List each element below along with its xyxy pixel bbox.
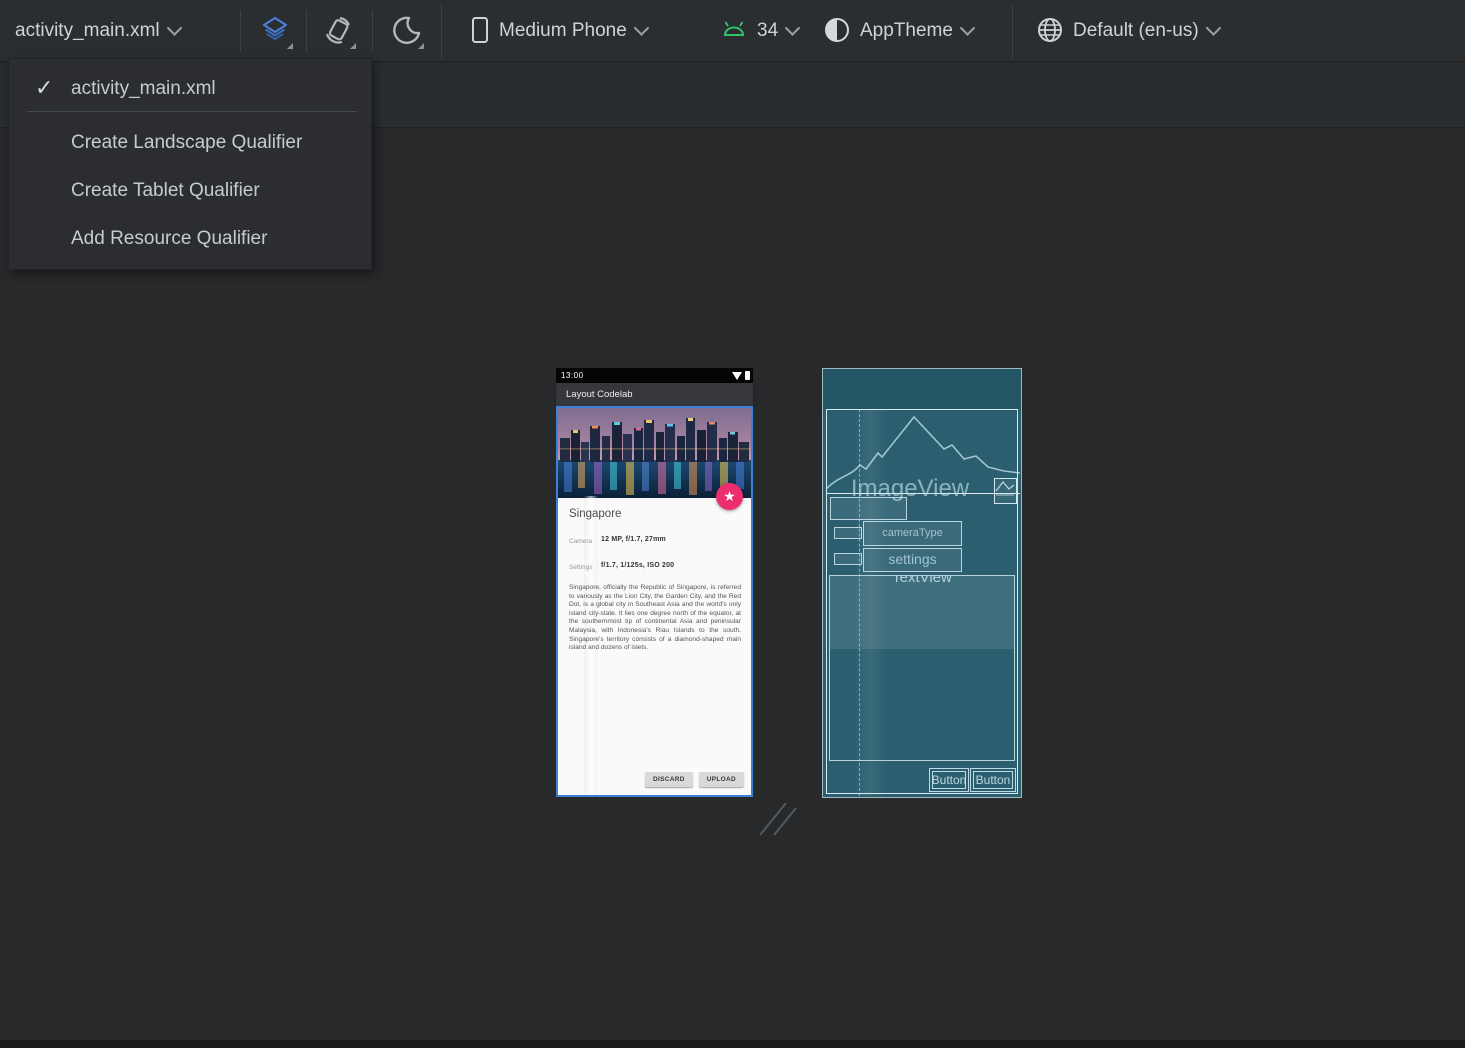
menu-item-create-landscape-qualifier[interactable]: Create Landscape Qualifier: [9, 121, 371, 165]
theme-selector[interactable]: AppTheme: [823, 0, 973, 62]
theme-selector-label: AppTheme: [860, 20, 953, 42]
chevron-down-icon: [166, 20, 182, 36]
chevron-down-icon: [1205, 20, 1221, 36]
upload-button[interactable]: UPLOAD: [699, 772, 744, 787]
toolbar-separator: [306, 10, 307, 52]
app-bar: Layout Codelab: [556, 383, 753, 406]
discard-button[interactable]: DISCARD: [645, 772, 693, 787]
dropdown-corner-icon: [350, 43, 356, 49]
device-selector[interactable]: Medium Phone: [470, 0, 647, 62]
dropdown-corner-icon: [418, 43, 424, 49]
status-bar: 13:00: [556, 368, 753, 383]
description-text[interactable]: Singapore, officially the Republic of Si…: [569, 584, 741, 653]
status-time: 13:00: [556, 371, 584, 380]
menu-item-label: Create Tablet Qualifier: [71, 180, 260, 202]
blueprint-discard-button[interactable]: Button: [929, 768, 969, 792]
api-level-selector[interactable]: 34: [720, 0, 798, 62]
file-variant-dropdown-menu: ✓ activity_main.xml Create Landscape Qua…: [8, 58, 372, 270]
wifi-icon: [732, 372, 742, 380]
resize-handle-icon: [752, 795, 800, 839]
chevron-down-icon: [634, 20, 650, 36]
favorite-fab-button[interactable]: ★: [716, 483, 743, 510]
globe-icon: [1036, 12, 1064, 50]
layout-editor-surface: activity_main.xml: [0, 0, 1465, 1048]
menu-item-label: activity_main.xml: [71, 78, 216, 100]
bottom-window-edge: [0, 1040, 1465, 1048]
blueprint-imageview[interactable]: ImageView: [826, 409, 1020, 494]
battery-icon: [745, 371, 750, 380]
device-selector-label: Medium Phone: [499, 20, 627, 42]
menu-item-create-tablet-qualifier[interactable]: Create Tablet Qualifier: [9, 169, 371, 213]
design-root-layout[interactable]: ★ Singapore Camera 12 MP, f/1.7, 27mm Se…: [556, 406, 753, 797]
theme-contrast-icon: [823, 12, 851, 50]
blueprint-appbar-band: [823, 369, 1021, 409]
file-variant-label: activity_main.xml: [15, 20, 160, 42]
blueprint-guideline[interactable]: [859, 409, 860, 796]
card-button-row: DISCARD UPLOAD: [645, 772, 744, 787]
photo-placeholder-icon: [995, 479, 1015, 502]
design-toolbar: activity_main.xml: [0, 0, 1465, 62]
app-bar-title: Layout Codelab: [566, 389, 633, 400]
toolbar-separator: [1012, 4, 1013, 58]
toolbar-separator: [240, 10, 241, 52]
blueprint-preview-device[interactable]: ImageView cameraType settings TextView B…: [822, 368, 1022, 798]
blueprint-settings-label-box[interactable]: [834, 553, 862, 565]
design-surface-selector-button[interactable]: [255, 12, 295, 52]
dropdown-corner-icon: [287, 43, 293, 49]
singapore-title-text[interactable]: Singapore: [569, 508, 621, 520]
locale-selector[interactable]: Default (en-us): [1036, 0, 1219, 62]
device-phone-icon: [470, 11, 490, 51]
toolbar-separator: [441, 4, 442, 58]
blueprint-settings-textview[interactable]: settings: [863, 548, 962, 572]
settings-label-text[interactable]: Settings: [569, 564, 593, 571]
design-preview-device[interactable]: 13:00 Layout Codelab: [556, 368, 753, 797]
android-icon: [720, 15, 748, 48]
star-icon: ★: [723, 488, 736, 505]
night-mode-button[interactable]: [386, 12, 426, 52]
api-level-label: 34: [757, 20, 778, 42]
checkmark-icon: ✓: [35, 75, 53, 101]
canvas-resize-handle[interactable]: [752, 795, 800, 844]
menu-item-add-resource-qualifier[interactable]: Add Resource Qualifier: [9, 217, 371, 261]
blueprint-title-textview[interactable]: [830, 497, 907, 520]
blueprint-fab[interactable]: [994, 478, 1017, 504]
menu-item-activity-main[interactable]: ✓ activity_main.xml: [9, 67, 371, 111]
toolbar-separator: [372, 10, 373, 52]
blueprint-description-textview[interactable]: TextView: [829, 575, 1015, 761]
locale-selector-label: Default (en-us): [1073, 20, 1199, 42]
blueprint-button-label: Button: [932, 771, 966, 789]
blueprint-textview-highlight: [830, 576, 1014, 649]
file-variant-selector[interactable]: activity_main.xml: [15, 0, 180, 62]
menu-separator: [27, 111, 357, 112]
chevron-down-icon: [785, 20, 801, 36]
chevron-down-icon: [960, 20, 976, 36]
blueprint-upload-button[interactable]: Button: [970, 768, 1016, 792]
menu-item-label: Create Landscape Qualifier: [71, 132, 302, 154]
blueprint-camera-label-box[interactable]: [834, 527, 862, 539]
blueprint-button-label: Button: [973, 771, 1013, 789]
settings-value-text[interactable]: f/1.7, 1/125s, ISO 200: [601, 562, 674, 569]
camera-value-text[interactable]: 12 MP, f/1.7, 27mm: [601, 536, 666, 543]
camera-label-text[interactable]: Camera: [569, 538, 592, 545]
blueprint-cameratype-textview[interactable]: cameraType: [863, 521, 962, 546]
orientation-button[interactable]: [318, 12, 358, 52]
menu-item-label: Add Resource Qualifier: [71, 228, 267, 250]
